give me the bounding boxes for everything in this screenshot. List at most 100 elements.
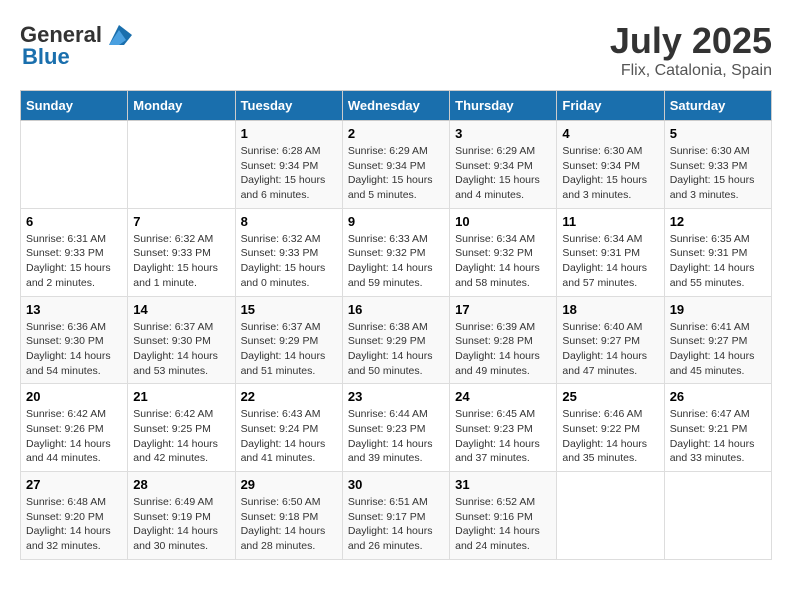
day-info: Sunrise: 6:41 AM Sunset: 9:27 PM Dayligh… (670, 320, 766, 379)
calendar-cell: 19 Sunrise: 6:41 AM Sunset: 9:27 PM Dayli… (664, 296, 771, 384)
day-number: 22 (241, 389, 337, 404)
calendar-cell (128, 121, 235, 209)
col-header-saturday: Saturday (664, 91, 771, 121)
calendar-week-row: 1 Sunrise: 6:28 AM Sunset: 9:34 PM Daylig… (21, 121, 772, 209)
calendar-week-row: 6 Sunrise: 6:31 AM Sunset: 9:33 PM Daylig… (21, 208, 772, 296)
day-number: 6 (26, 214, 122, 229)
day-info: Sunrise: 6:52 AM Sunset: 9:16 PM Dayligh… (455, 495, 551, 554)
day-number: 1 (241, 126, 337, 141)
calendar-cell: 23Sunrise: 6:44 AM Sunset: 9:23 PM Dayli… (342, 384, 449, 472)
col-header-tuesday: Tuesday (235, 91, 342, 121)
day-number: 8 (241, 214, 337, 229)
logo: General Blue (20, 20, 134, 70)
calendar-cell (21, 121, 128, 209)
calendar-cell: 9 Sunrise: 6:33 AM Sunset: 9:32 PM Daylig… (342, 208, 449, 296)
day-info: Sunrise: 6:51 AM Sunset: 9:17 PM Dayligh… (348, 495, 444, 554)
calendar-cell: 18 Sunrise: 6:40 AM Sunset: 9:27 PM Dayli… (557, 296, 664, 384)
calendar-cell: 16Sunrise: 6:38 AM Sunset: 9:29 PM Dayli… (342, 296, 449, 384)
calendar-cell: 2 Sunrise: 6:29 AM Sunset: 9:34 PM Daylig… (342, 121, 449, 209)
calendar-cell: 4Sunrise: 6:30 AM Sunset: 9:34 PM Daylig… (557, 121, 664, 209)
subtitle: Flix, Catalonia, Spain (610, 62, 772, 80)
day-number: 25 (562, 389, 658, 404)
day-number: 23 (348, 389, 444, 404)
calendar-cell: 11Sunrise: 6:34 AM Sunset: 9:31 PM Dayli… (557, 208, 664, 296)
day-number: 9 (348, 214, 444, 229)
day-number: 12 (670, 214, 766, 229)
day-number: 27 (26, 477, 122, 492)
calendar-cell: 7 Sunrise: 6:32 AM Sunset: 9:33 PM Daylig… (128, 208, 235, 296)
day-info: Sunrise: 6:42 AM Sunset: 9:25 PM Dayligh… (133, 407, 229, 466)
calendar-cell: 29 Sunrise: 6:50 AM Sunset: 9:18 PM Dayli… (235, 472, 342, 560)
calendar-cell: 28Sunrise: 6:49 AM Sunset: 9:19 PM Dayli… (128, 472, 235, 560)
day-number: 13 (26, 302, 122, 317)
day-number: 5 (670, 126, 766, 141)
calendar-cell: 3Sunrise: 6:29 AM Sunset: 9:34 PM Daylig… (450, 121, 557, 209)
day-info: Sunrise: 6:29 AM Sunset: 9:34 PM Dayligh… (348, 144, 444, 203)
col-header-sunday: Sunday (21, 91, 128, 121)
calendar-cell: 13 Sunrise: 6:36 AM Sunset: 9:30 PM Dayli… (21, 296, 128, 384)
day-info: Sunrise: 6:40 AM Sunset: 9:27 PM Dayligh… (562, 320, 658, 379)
day-info: Sunrise: 6:37 AM Sunset: 9:30 PM Dayligh… (133, 320, 229, 379)
calendar-cell: 1 Sunrise: 6:28 AM Sunset: 9:34 PM Daylig… (235, 121, 342, 209)
day-number: 26 (670, 389, 766, 404)
day-number: 2 (348, 126, 444, 141)
day-number: 10 (455, 214, 551, 229)
day-info: Sunrise: 6:38 AM Sunset: 9:29 PM Dayligh… (348, 320, 444, 379)
calendar-cell: 12Sunrise: 6:35 AM Sunset: 9:31 PM Dayli… (664, 208, 771, 296)
day-number: 14 (133, 302, 229, 317)
day-number: 24 (455, 389, 551, 404)
day-info: Sunrise: 6:31 AM Sunset: 9:33 PM Dayligh… (26, 232, 122, 291)
day-info: Sunrise: 6:42 AM Sunset: 9:26 PM Dayligh… (26, 407, 122, 466)
day-number: 11 (562, 214, 658, 229)
calendar-cell: 26 Sunrise: 6:47 AM Sunset: 9:21 PM Dayli… (664, 384, 771, 472)
calendar-cell: 14 Sunrise: 6:37 AM Sunset: 9:30 PM Dayli… (128, 296, 235, 384)
calendar-cell: 5 Sunrise: 6:30 AM Sunset: 9:33 PM Daylig… (664, 121, 771, 209)
day-number: 18 (562, 302, 658, 317)
calendar-week-row: 20 Sunrise: 6:42 AM Sunset: 9:26 PM Dayli… (21, 384, 772, 472)
day-info: Sunrise: 6:43 AM Sunset: 9:24 PM Dayligh… (241, 407, 337, 466)
calendar-cell: 15Sunrise: 6:37 AM Sunset: 9:29 PM Dayli… (235, 296, 342, 384)
title-block: July 2025 Flix, Catalonia, Spain (610, 20, 772, 80)
col-header-wednesday: Wednesday (342, 91, 449, 121)
day-info: Sunrise: 6:45 AM Sunset: 9:23 PM Dayligh… (455, 407, 551, 466)
day-number: 4 (562, 126, 658, 141)
day-number: 21 (133, 389, 229, 404)
day-info: Sunrise: 6:30 AM Sunset: 9:33 PM Dayligh… (670, 144, 766, 203)
day-number: 7 (133, 214, 229, 229)
day-info: Sunrise: 6:46 AM Sunset: 9:22 PM Dayligh… (562, 407, 658, 466)
day-number: 20 (26, 389, 122, 404)
calendar-cell: 30 Sunrise: 6:51 AM Sunset: 9:17 PM Dayli… (342, 472, 449, 560)
calendar-cell: 6 Sunrise: 6:31 AM Sunset: 9:33 PM Daylig… (21, 208, 128, 296)
calendar-cell (557, 472, 664, 560)
day-number: 19 (670, 302, 766, 317)
day-info: Sunrise: 6:36 AM Sunset: 9:30 PM Dayligh… (26, 320, 122, 379)
day-info: Sunrise: 6:37 AM Sunset: 9:29 PM Dayligh… (241, 320, 337, 379)
main-title: July 2025 (610, 20, 772, 62)
calendar-header-row: SundayMondayTuesdayWednesdayThursdayFrid… (21, 91, 772, 121)
calendar-cell (664, 472, 771, 560)
col-header-monday: Monday (128, 91, 235, 121)
day-info: Sunrise: 6:49 AM Sunset: 9:19 PM Dayligh… (133, 495, 229, 554)
calendar-cell: 10Sunrise: 6:34 AM Sunset: 9:32 PM Dayli… (450, 208, 557, 296)
calendar-cell: 22 Sunrise: 6:43 AM Sunset: 9:24 PM Dayli… (235, 384, 342, 472)
calendar-cell: 24 Sunrise: 6:45 AM Sunset: 9:23 PM Dayli… (450, 384, 557, 472)
day-info: Sunrise: 6:47 AM Sunset: 9:21 PM Dayligh… (670, 407, 766, 466)
col-header-thursday: Thursday (450, 91, 557, 121)
day-number: 30 (348, 477, 444, 492)
day-number: 29 (241, 477, 337, 492)
logo-blue: Blue (22, 44, 70, 70)
day-info: Sunrise: 6:32 AM Sunset: 9:33 PM Dayligh… (133, 232, 229, 291)
page-header: General Blue July 2025 Flix, Catalonia, … (20, 20, 772, 80)
calendar-cell: 31Sunrise: 6:52 AM Sunset: 9:16 PM Dayli… (450, 472, 557, 560)
day-info: Sunrise: 6:50 AM Sunset: 9:18 PM Dayligh… (241, 495, 337, 554)
day-info: Sunrise: 6:28 AM Sunset: 9:34 PM Dayligh… (241, 144, 337, 203)
day-info: Sunrise: 6:39 AM Sunset: 9:28 PM Dayligh… (455, 320, 551, 379)
day-info: Sunrise: 6:33 AM Sunset: 9:32 PM Dayligh… (348, 232, 444, 291)
day-info: Sunrise: 6:32 AM Sunset: 9:33 PM Dayligh… (241, 232, 337, 291)
day-number: 17 (455, 302, 551, 317)
day-info: Sunrise: 6:29 AM Sunset: 9:34 PM Dayligh… (455, 144, 551, 203)
logo-icon (104, 20, 134, 50)
calendar-cell: 27Sunrise: 6:48 AM Sunset: 9:20 PM Dayli… (21, 472, 128, 560)
calendar-week-row: 13 Sunrise: 6:36 AM Sunset: 9:30 PM Dayli… (21, 296, 772, 384)
calendar-cell: 25 Sunrise: 6:46 AM Sunset: 9:22 PM Dayli… (557, 384, 664, 472)
